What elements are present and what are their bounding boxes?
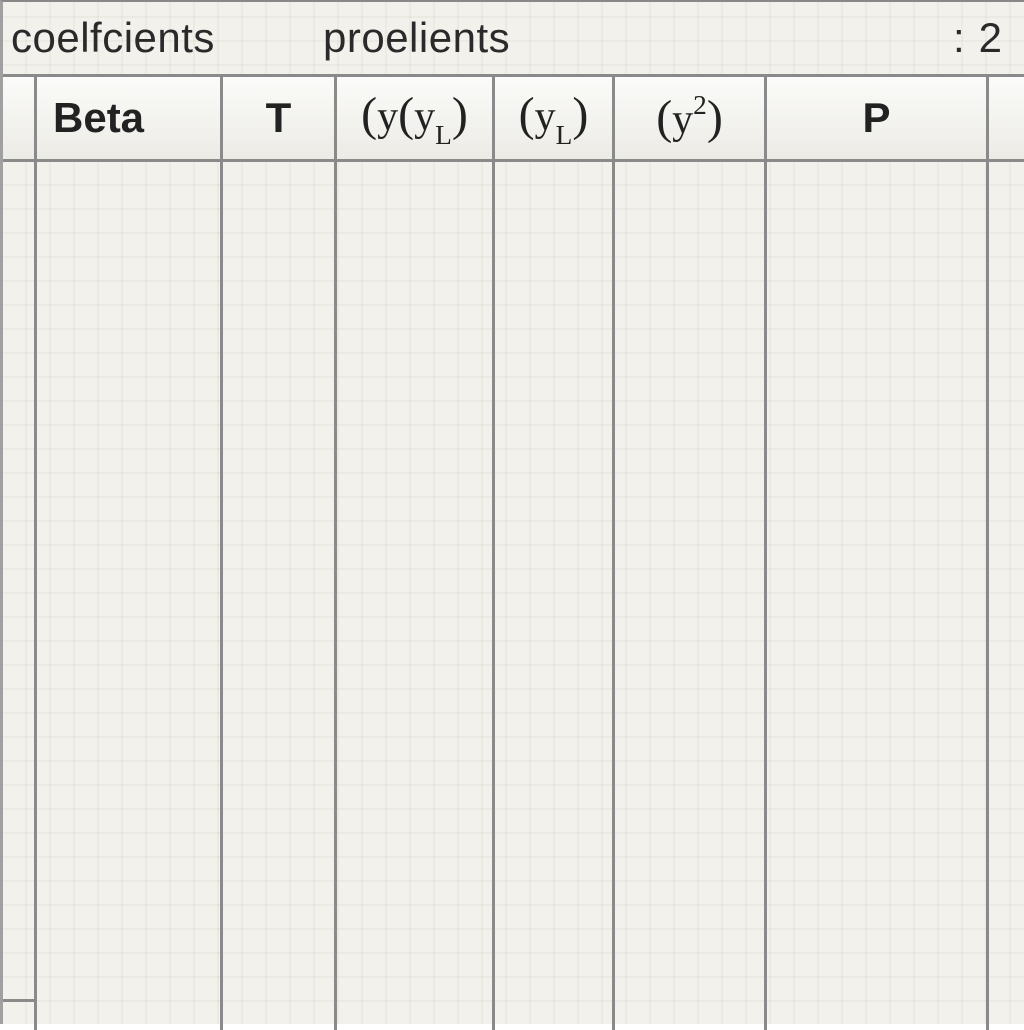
counter-prefix: :: [953, 14, 965, 61]
grid-col-p: [767, 162, 989, 1030]
col-header-yyl[interactable]: (y(yL): [337, 77, 495, 159]
col-header-last[interactable]: [989, 77, 1024, 159]
row-stub-divider: [3, 999, 37, 1002]
formula-yyl: (y(yL): [361, 91, 468, 145]
col-header-beta[interactable]: Beta: [37, 77, 223, 159]
grid-col-rowhandle: [3, 162, 37, 1030]
stats-grid-window: coelfcients proelients :2 Beta T (y(yL) …: [0, 0, 1024, 1024]
grid-col-last: [989, 162, 1024, 1030]
tab-proelients[interactable]: proelients: [323, 14, 510, 62]
counter-value: 2: [979, 14, 1002, 61]
tab-coefficients[interactable]: coelfcients: [11, 14, 215, 62]
tab-strip: coelfcients proelients :2: [3, 2, 1024, 77]
row-handle-header: [3, 77, 37, 159]
formula-y2: (y2): [656, 94, 723, 142]
formula-yl: (yL): [519, 91, 589, 145]
grid-col-t: [223, 162, 337, 1030]
col-header-yl[interactable]: (yL): [495, 77, 615, 159]
grid-col-beta: [37, 162, 223, 1030]
grid-body[interactable]: [3, 162, 1024, 1030]
grid-col-yl: [495, 162, 615, 1030]
col-header-t[interactable]: T: [223, 77, 337, 159]
column-header-row: Beta T (y(yL) (yL) (y2) P: [3, 77, 1024, 162]
page-counter: :2: [953, 14, 1002, 62]
grid-col-y2: [615, 162, 767, 1030]
col-header-p[interactable]: P: [767, 77, 989, 159]
col-header-y2[interactable]: (y2): [615, 77, 767, 159]
grid-col-yyl: [337, 162, 495, 1030]
